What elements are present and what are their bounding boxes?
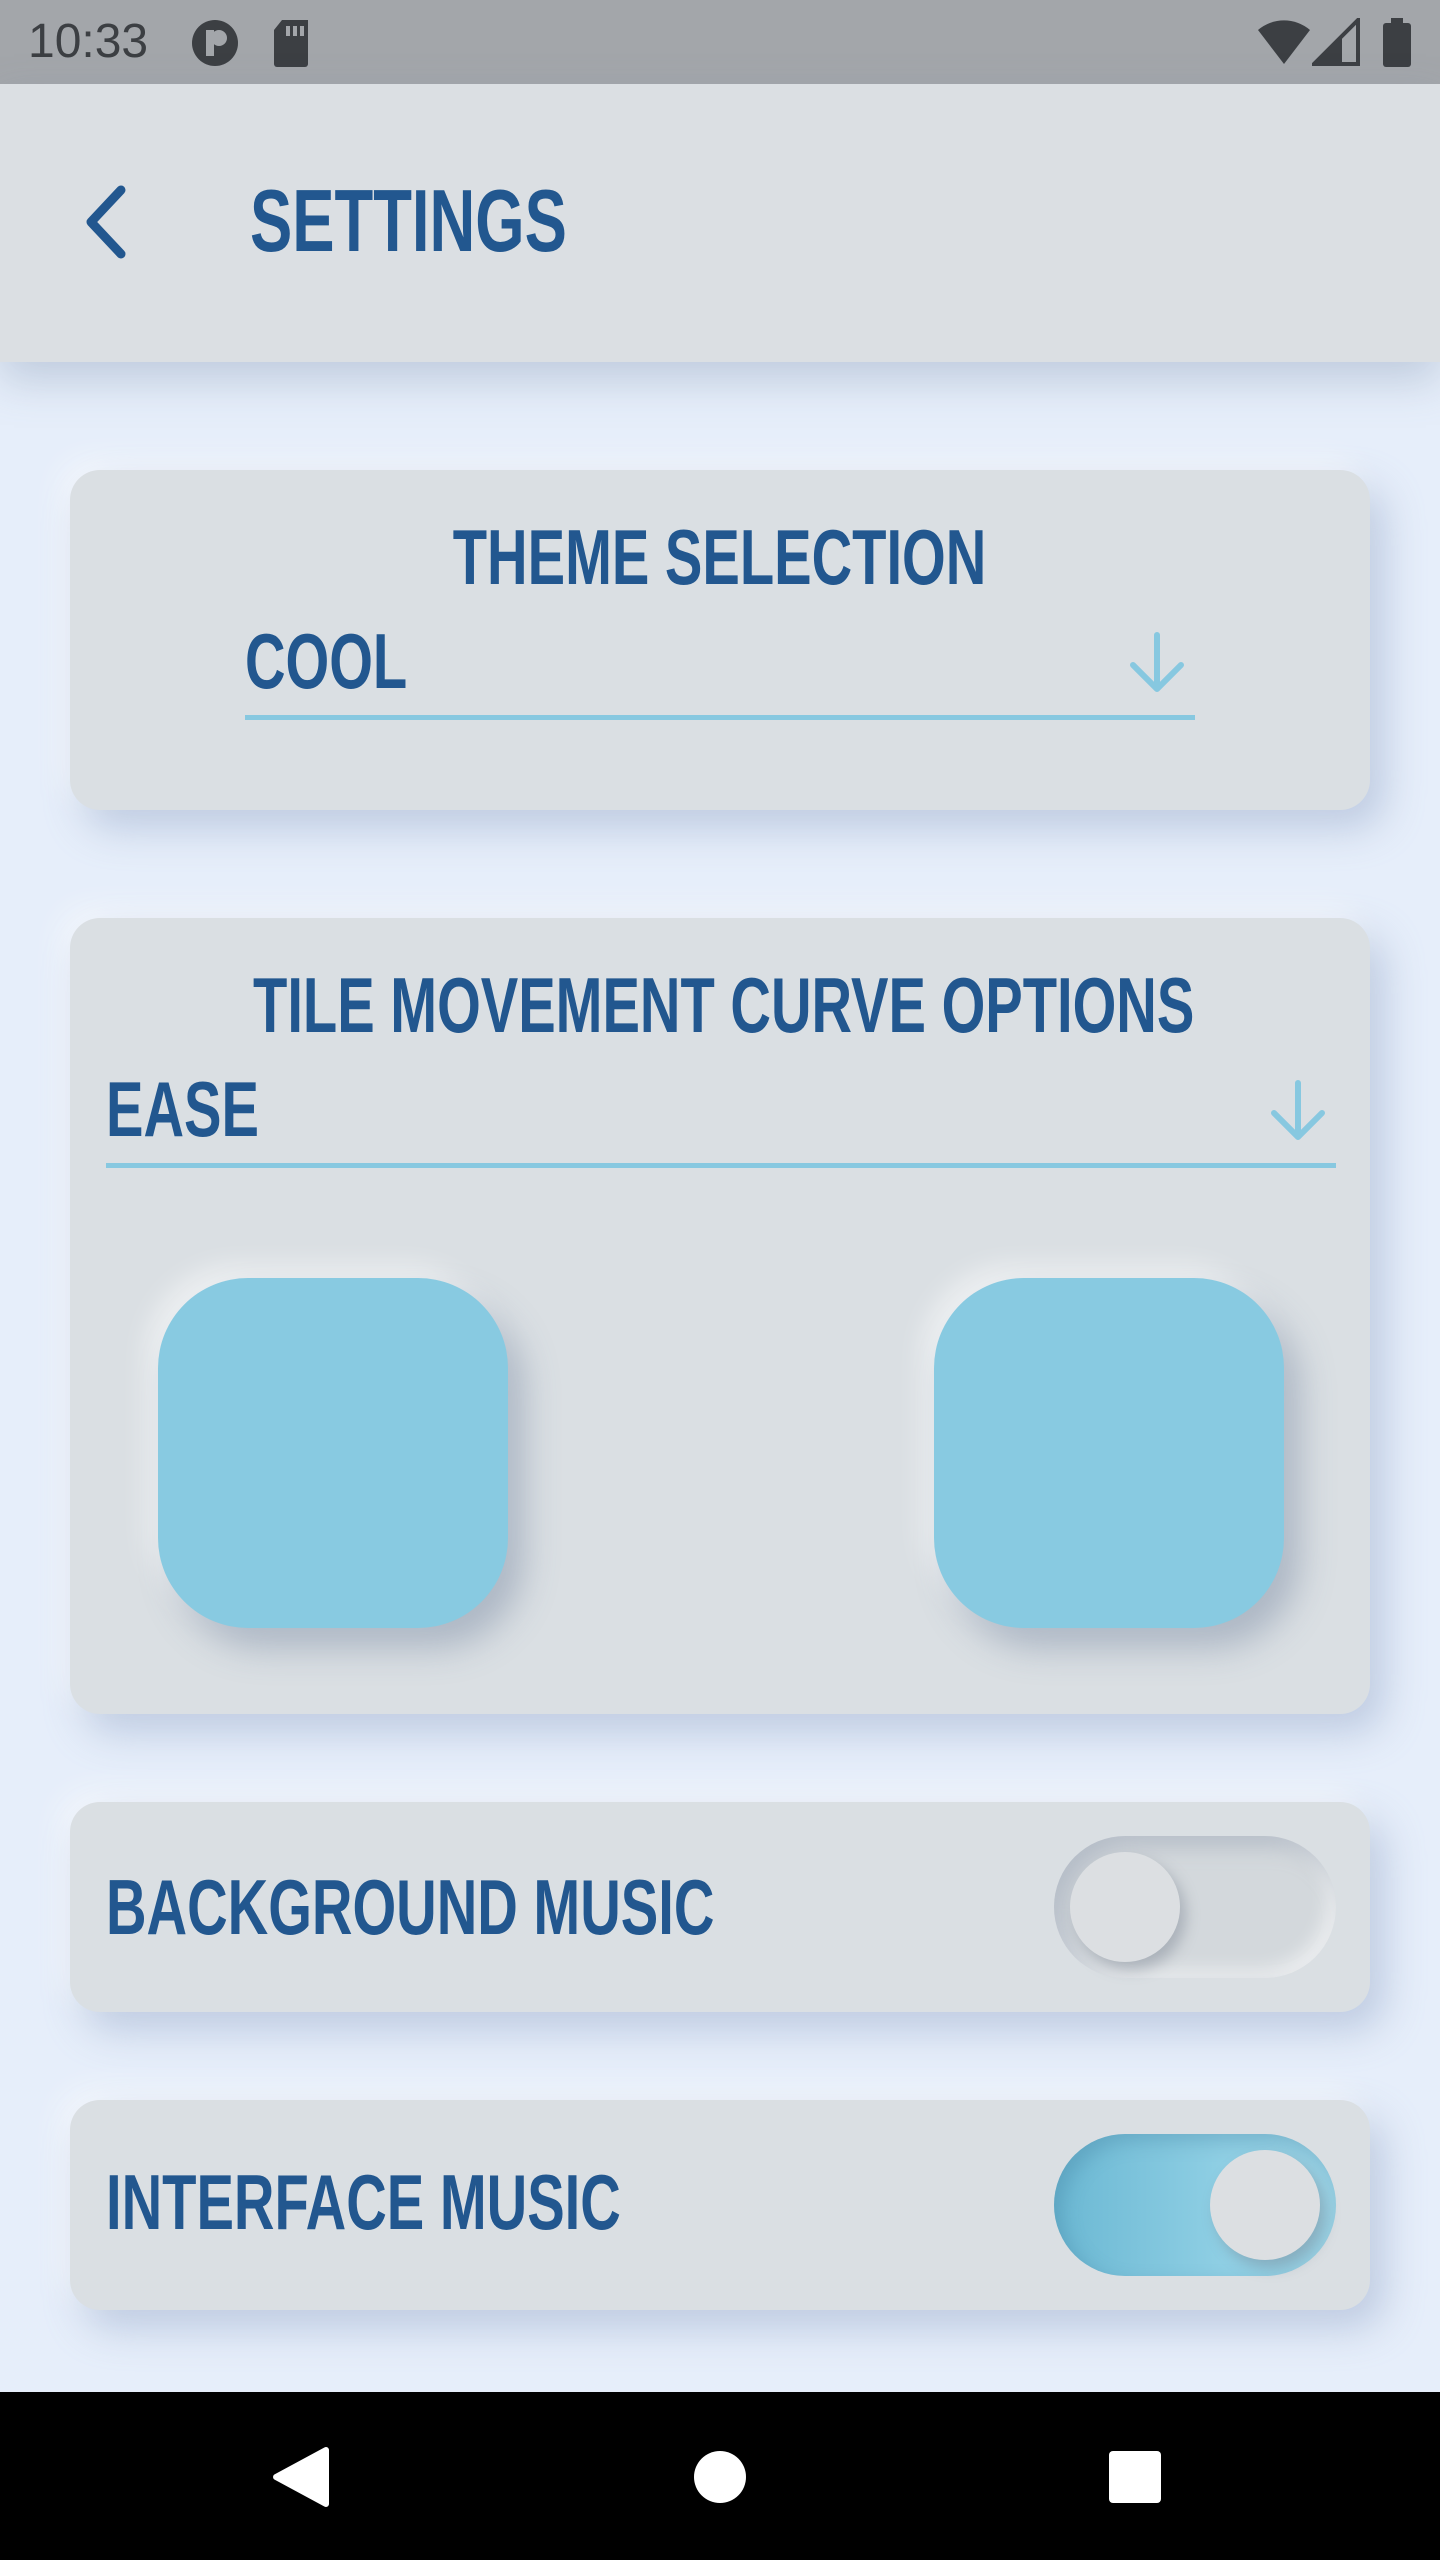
preview-tile-end: [934, 1278, 1284, 1628]
interface-music-label: INTERFACE MUSIC: [106, 2157, 621, 2246]
signal-icon: [1309, 15, 1360, 71]
recents-square-icon: [1109, 2451, 1161, 2503]
wifi-icon: [1256, 18, 1312, 71]
chevron-left-icon: [86, 185, 126, 259]
interface-music-card: INTERFACE MUSIC: [70, 2100, 1370, 2310]
page-title: SETTINGS: [250, 171, 567, 270]
nav-home-button[interactable]: [675, 2432, 765, 2522]
interface-music-toggle[interactable]: [1054, 2134, 1336, 2276]
theme-dropdown[interactable]: COOL: [245, 617, 1195, 720]
toggle-knob: [1070, 1852, 1180, 1962]
navigation-bar: [0, 2392, 1440, 2560]
toggle-knob: [1210, 2150, 1320, 2260]
sd-card-icon: [272, 18, 312, 73]
arrow-down-icon: [1271, 1080, 1325, 1140]
battery-icon: [1382, 18, 1412, 73]
arrow-down-icon: [1130, 632, 1184, 692]
back-triangle-icon: [273, 2447, 329, 2507]
nav-back-button[interactable]: [255, 2432, 345, 2522]
status-bar: 10:33: [0, 0, 1440, 84]
background-music-label: BACKGROUND MUSIC: [106, 1862, 715, 1951]
preview-tile-start: [158, 1278, 508, 1628]
back-button[interactable]: [66, 172, 146, 272]
dropdown-value: EASE: [106, 1065, 259, 1153]
theme-selection-card: THEME SELECTION COOL: [70, 470, 1370, 810]
app-bar: [0, 84, 1440, 362]
dropdown-value: COOL: [245, 617, 408, 705]
curve-dropdown[interactable]: EASE: [106, 1065, 1336, 1168]
home-circle-icon: [694, 2451, 746, 2503]
nav-recents-button[interactable]: [1090, 2432, 1180, 2522]
background-music-card: BACKGROUND MUSIC: [70, 1802, 1370, 2012]
curve-options-card: TILE MOVEMENT CURVE OPTIONS EASE: [70, 918, 1370, 1714]
card-title: THEME SELECTION: [453, 513, 987, 601]
background-music-toggle[interactable]: [1054, 1836, 1336, 1978]
card-title: TILE MOVEMENT CURVE OPTIONS: [253, 961, 1195, 1049]
circle-p-icon: [190, 18, 240, 73]
status-time: 10:33: [28, 15, 149, 68]
